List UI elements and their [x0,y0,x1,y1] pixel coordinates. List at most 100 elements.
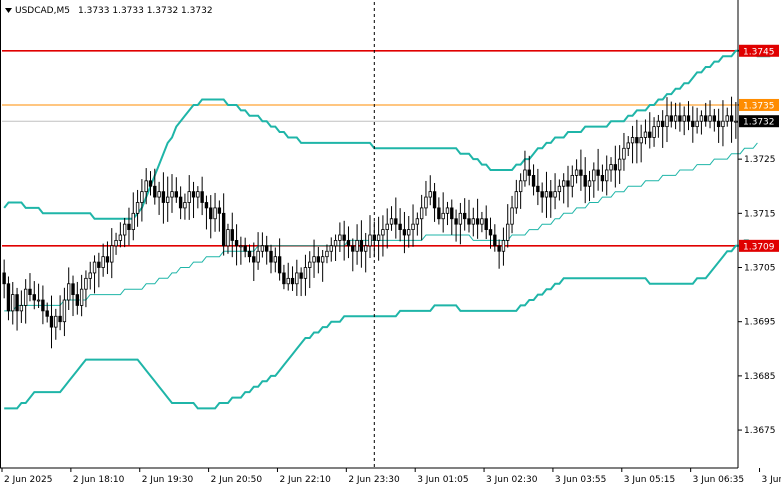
chart-canvas[interactable]: USDCAD,M5 1.3733 1.3733 1.3732 1.3732 1.… [0,0,781,489]
candle-body [75,294,80,306]
candle [234,224,239,266]
x-tick-label: 2 Jun 2025 [4,475,52,485]
x-tick-label: 3 Jun 08:00 [762,475,781,485]
candle [428,175,432,206]
candle-body [686,115,691,122]
candle [359,220,364,268]
candle [497,239,501,269]
chart-ohlc-readout: 1.3733 1.3733 1.3732 1.3732 [78,6,213,16]
candle [316,246,321,274]
candle-body [605,169,609,182]
band-bollinger_middle [4,142,758,312]
candle-body [424,196,428,209]
candle [118,222,123,248]
caret-down-icon[interactable] [5,8,12,13]
trading-chart[interactable]: USDCAD,M5 1.3733 1.3733 1.3732 1.3732 1.… [0,0,781,489]
candle [415,212,420,236]
candle-body [699,115,704,122]
candle-body [600,174,605,182]
candle [656,114,661,138]
x-tick-label: 2 Jun 19:30 [142,475,194,485]
candle [734,102,738,139]
candle [454,209,458,242]
candle-body [734,120,738,123]
candle-body [415,218,420,225]
candle-body [148,180,153,187]
candle [191,181,196,219]
candle [58,295,62,331]
candle [622,132,626,171]
candle-body [174,191,179,198]
candle-body [364,245,368,252]
candle-body [32,294,36,301]
candle [351,238,355,272]
candle-body [92,261,97,274]
candle-body [144,180,148,193]
candle [62,287,67,337]
candle [617,145,622,184]
candle [437,197,441,225]
y-tick-label: 1.3675 [744,426,776,436]
candle [97,252,101,288]
candle [531,164,536,196]
candle-body [333,240,338,247]
candle [161,172,166,224]
candle-body [234,240,239,247]
candle-body [166,196,170,203]
candle [75,281,80,315]
candle-body [691,120,695,128]
candle [450,199,454,235]
price-candles [2,96,738,349]
candle [88,261,92,290]
candle-body [277,256,282,274]
candle-body [445,207,450,214]
candle-body [97,261,101,268]
candle [514,179,519,214]
candle [596,148,600,191]
candle-body [6,283,11,312]
candle-body [725,115,729,122]
level-label-1.3745-text: 1.3745 [743,47,775,57]
candle-body [622,147,626,160]
candle [540,182,544,213]
candle-body [553,191,557,198]
candle [493,224,497,252]
candle [122,217,127,248]
candle-body [501,240,506,252]
candle [299,267,303,297]
candle-body [101,256,105,268]
candle-body [682,115,686,122]
candle-body [243,245,247,252]
candle-body [527,169,531,176]
candle [243,237,247,258]
x-tick-label: 2 Jun 22:10 [279,475,331,485]
candle-body [639,137,643,144]
candle [338,222,342,252]
candle-body [510,207,514,225]
candle [247,244,252,263]
x-tick-label: 3 Jun 05:15 [624,475,675,485]
candle [308,251,312,289]
candle-body [635,137,639,144]
candle [213,192,217,232]
candle [368,215,372,259]
candle [170,174,174,213]
candle [157,181,161,215]
candle-body [105,256,110,263]
candle-body [84,277,88,290]
candle-body [467,218,471,225]
candle [695,107,699,134]
candle [19,290,24,323]
candle-body [265,245,269,252]
candle-body [389,218,394,225]
candle-body [669,115,673,122]
candle [716,108,721,143]
candle-body [704,115,708,122]
band-bollinger_lower [4,239,749,410]
candle-body [708,115,712,122]
x-tick-label: 2 Jun 23:30 [348,475,400,485]
candle-body [441,212,445,220]
candle-body [247,250,252,258]
candle [682,106,686,136]
candle [54,308,58,340]
